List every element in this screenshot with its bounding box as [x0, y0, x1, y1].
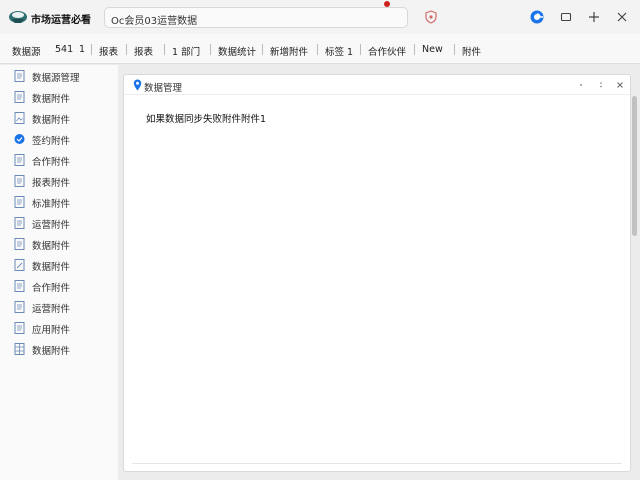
toolbar-item-attachment[interactable]: 附件	[462, 44, 481, 58]
sidebar-item-label: 报表附件	[32, 178, 71, 189]
toolbar-separator	[126, 44, 127, 55]
toolbar-item-partner[interactable]: 合作伙伴	[368, 44, 406, 58]
document-icon	[14, 70, 25, 82]
toolbar-item-new[interactable]: New	[422, 44, 443, 55]
sidebar-item[interactable]: 数据附件	[14, 258, 114, 273]
close-panel-icon[interactable]	[615, 80, 625, 90]
toolbar-item-statistics[interactable]: 数据统计	[218, 44, 256, 58]
toolbar-item-report-2[interactable]: 报表	[134, 44, 153, 58]
sidebar-item[interactable]: 合作附件	[14, 153, 114, 168]
pin-panel-icon[interactable]	[576, 80, 586, 90]
toolbar-item-count[interactable]: 541	[55, 44, 73, 55]
sidebar-item[interactable]: 数据源管理	[14, 69, 114, 84]
document-icon	[14, 175, 25, 187]
sidebar-item[interactable]: 报表附件	[14, 174, 114, 189]
shield-icon[interactable]	[425, 10, 437, 24]
app-logo-icon	[9, 11, 27, 23]
sidebar-item-label: 合作附件	[32, 283, 71, 294]
sidebar-item[interactable]: 合作附件	[14, 279, 114, 294]
close-icon[interactable]	[614, 9, 630, 25]
sidebar-item[interactable]: 运营附件	[14, 300, 114, 315]
sidebar-item-label: 数据附件	[32, 346, 71, 357]
plus-icon[interactable]	[586, 9, 602, 25]
toolbar-item-one[interactable]: 1	[79, 44, 85, 55]
content-panel: 数据管理 如果数据同步失败附件附件1	[123, 74, 631, 472]
search-input[interactable]: Oc会员03运营数据	[104, 7, 408, 28]
app-title: 市场运营必看	[31, 15, 91, 26]
panel-footer-divider	[132, 463, 622, 464]
sidebar-item-label: 数据附件	[32, 262, 71, 273]
sidebar-item-label: 数据附件	[32, 241, 71, 252]
sidebar-item-label: 标准附件	[32, 199, 71, 210]
check-circle-icon	[14, 134, 25, 144]
sidebar-item-label: 签约附件	[32, 136, 71, 147]
toolbar-separator	[317, 44, 318, 55]
search-input-value: Oc会员03运营数据	[111, 16, 198, 27]
toolbar-separator	[210, 44, 211, 55]
panel-body-text: 如果数据同步失败附件附件1	[146, 114, 267, 125]
edit-document-icon	[14, 259, 25, 271]
toolbar-separator	[454, 44, 455, 55]
more-icon[interactable]	[596, 80, 606, 90]
sidebar-item[interactable]: 数据附件	[14, 90, 114, 105]
toolbar-separator	[360, 44, 361, 55]
notification-dot	[384, 1, 390, 7]
toolbar-separator	[262, 44, 263, 55]
browser-icon[interactable]	[529, 9, 545, 25]
sidebar-item-label: 运营附件	[32, 220, 71, 231]
toolbar-item-new-attachment[interactable]: 新增附件	[270, 44, 308, 58]
panel-header: 数据管理	[124, 75, 630, 95]
toolbar-item-report[interactable]: 报表	[99, 44, 118, 58]
document-icon	[14, 154, 25, 166]
document-icon	[14, 301, 25, 313]
sidebar: 数据源管理 数据附件 数据附件 签约附件 合作附件 报表附件 标准附件 运营附件…	[0, 65, 118, 480]
document-icon	[14, 91, 25, 103]
sidebar-item-label: 数据附件	[32, 94, 71, 105]
toolbar: 数据源 541 1 报表 报表 1 部门 数据统计 新增附件 标签 1 合作伙伴…	[0, 34, 640, 64]
vertical-scrollbar[interactable]	[632, 96, 637, 236]
toolbar-item-data-source[interactable]: 数据源	[12, 44, 41, 58]
sidebar-item-active[interactable]: 签约附件	[14, 132, 114, 147]
restore-window-icon[interactable]	[558, 9, 574, 25]
sidebar-item-label: 运营附件	[32, 304, 71, 315]
grid-document-icon	[14, 343, 25, 355]
pin-icon	[133, 79, 142, 91]
title-bar: 市场运营必看 Oc会员03运营数据	[0, 0, 640, 34]
toolbar-item-department[interactable]: 1 部门	[172, 44, 200, 58]
sidebar-item-label: 合作附件	[32, 157, 71, 168]
image-icon	[14, 112, 25, 124]
sidebar-item[interactable]: 数据附件	[14, 111, 114, 126]
document-icon	[14, 238, 25, 250]
sidebar-item-label: 数据源管理	[32, 73, 80, 84]
toolbar-separator	[91, 44, 92, 55]
toolbar-item-tag[interactable]: 标签 1	[325, 44, 353, 58]
sidebar-item-label: 数据附件	[32, 115, 71, 126]
panel-title: 数据管理	[144, 83, 183, 94]
sidebar-item[interactable]: 标准附件	[14, 195, 114, 210]
sidebar-item[interactable]: 应用附件	[14, 321, 114, 336]
sidebar-item[interactable]: 数据附件	[14, 342, 114, 357]
sidebar-item[interactable]: 数据附件	[14, 237, 114, 252]
document-icon	[14, 280, 25, 292]
sidebar-item-label: 应用附件	[32, 325, 71, 336]
document-icon	[14, 322, 25, 334]
toolbar-separator	[414, 44, 415, 55]
document-icon	[14, 217, 25, 229]
sidebar-item[interactable]: 运营附件	[14, 216, 114, 231]
document-icon	[14, 196, 25, 208]
toolbar-separator	[164, 44, 165, 55]
